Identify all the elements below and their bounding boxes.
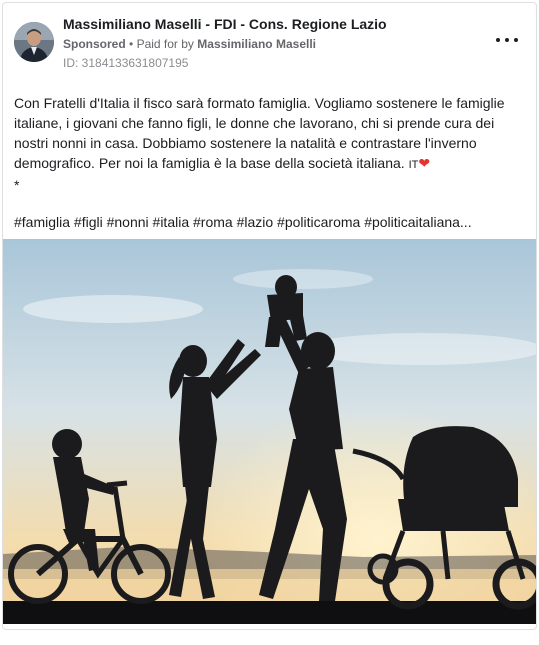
more-options-button[interactable] — [496, 33, 518, 47]
post-header: Massimiliano Maselli - FDI - Cons. Regio… — [3, 3, 536, 75]
asterisk: * — [14, 177, 20, 193]
sponsored-line: Sponsored • Paid for by Massimiliano Mas… — [63, 37, 316, 51]
italy-flag-text: IT — [408, 159, 419, 171]
ad-id: ID: 3184133631807195 — [63, 56, 189, 70]
paid-for-prefix: Paid for by — [136, 37, 194, 51]
hashtags[interactable]: #famiglia #figli #nonni #italia #roma #l… — [14, 212, 529, 232]
heart-icon: ❤ — [418, 155, 431, 171]
meta-separator: • — [129, 37, 134, 51]
family-silhouette-image — [3, 239, 536, 624]
more-horizontal-icon — [496, 38, 500, 42]
avatar-image — [14, 22, 54, 62]
payer-name: Massimiliano Maselli — [197, 37, 316, 51]
post-text: Con Fratelli d'Italia il fisco sarà form… — [14, 93, 529, 175]
post-image[interactable] — [3, 239, 536, 624]
avatar[interactable] — [14, 22, 54, 62]
more-horizontal-icon-dot — [514, 38, 518, 42]
page-name[interactable]: Massimiliano Maselli - FDI - Cons. Regio… — [63, 16, 387, 32]
ad-card: Massimiliano Maselli - FDI - Cons. Regio… — [2, 2, 537, 630]
sponsored-label: Sponsored — [63, 37, 126, 51]
post-body: Con Fratelli d'Italia il fisco sarà form… — [14, 93, 529, 195]
post-text-content: Con Fratelli d'Italia il fisco sarà form… — [14, 95, 505, 171]
more-horizontal-icon-dot — [505, 38, 509, 42]
